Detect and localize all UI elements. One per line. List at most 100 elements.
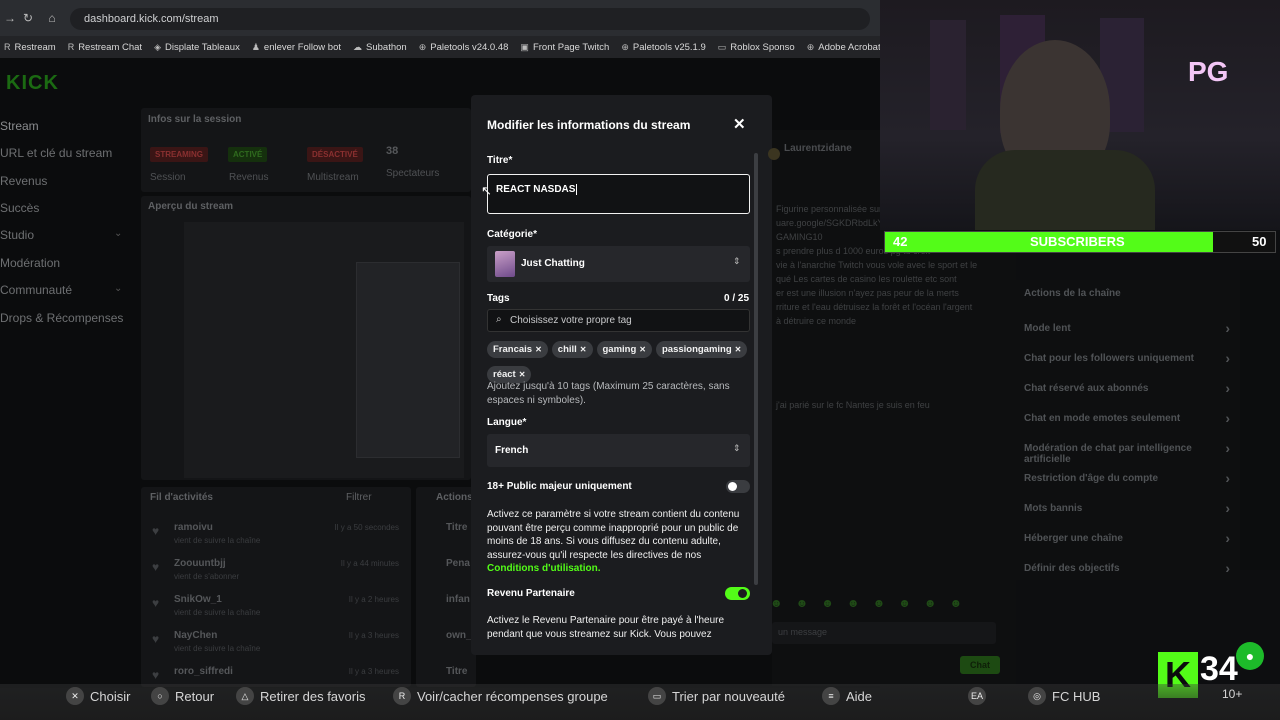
address-bar[interactable]: dashboard.kick.com/stream [70,8,870,30]
sidebar-item-drops[interactable]: Drops & Récompenses [0,311,123,325]
channel-action-item[interactable]: Chat en mode emotes seulement › [1024,411,1230,443]
tag-label: réact [493,369,516,380]
action-row[interactable]: infan [426,594,472,630]
status-badge: DÉSACTIVÉ [307,147,363,162]
emote-icon[interactable]: ☻ [770,596,783,614]
hint-back[interactable]: ○ Retour [151,687,214,705]
sidebar-item-url[interactable]: URL et clé du stream [0,146,112,160]
emote-icon[interactable]: ☻ [924,596,937,614]
emote-icon[interactable]: ☻ [821,596,834,614]
channel-action-label: Définir des objectifs [1024,563,1120,574]
terms-link[interactable]: Conditions d'utilisation. [487,563,600,574]
channel-action-item[interactable]: Restriction d'âge du compte › [1024,471,1230,503]
remove-tag-icon[interactable]: ✕ [580,345,587,354]
hint-help[interactable]: ≡ Aide [822,687,872,705]
modal-title: Modifier les informations du stream [487,118,691,132]
bookmark-follow-bot[interactable]: ♟ enlever Follow bot [252,42,341,53]
chevron-right-icon: › [1225,380,1230,396]
tag-search-input[interactable]: ⌕ Choisissez votre propre tag [487,309,750,332]
emote-icon[interactable]: ☻ [847,596,860,614]
avatar [768,148,780,160]
options-button-icon: ≡ [822,687,840,705]
language-value: French [495,445,529,456]
sidebar-item-revenus[interactable]: Revenus [0,174,47,188]
bookmark-icon: R [4,42,11,52]
bookmark-paletools-25[interactable]: ⊕ Paletools v25.1.9 [621,42,705,53]
action-row[interactable]: Pena [426,558,472,594]
bookmark-roblox[interactable]: ▭ Roblox Sponso [718,42,795,53]
reload-icon[interactable]: ↻ [20,10,36,26]
category-select[interactable]: Just Chatting ⇕ [487,246,750,282]
channel-action-label: Mots bannis [1024,503,1083,514]
hint-toggle-rewards[interactable]: R Voir/cacher récompenses groupe [393,687,608,705]
bookmark-restream-chat[interactable]: R Restream Chat [68,42,142,53]
hint-choose[interactable]: ✕ Choisir [66,687,130,705]
activity-subtext: vient de suivre la chaîne [174,608,261,617]
channel-action-item[interactable]: Modération de chat par intelligence arti… [1024,441,1230,473]
channel-action-item[interactable]: Définir des objectifs › [1024,561,1230,593]
kick-logo: KICK [6,72,59,94]
sidebar-item-stream[interactable]: Stream [0,119,39,133]
partner-toggle[interactable] [725,587,750,600]
channel-action-item[interactable]: Mots bannis › [1024,501,1230,533]
channel-action-item[interactable]: Chat réservé aux abonnés › [1024,380,1230,413]
bookmarks-bar: R Restream R Restream Chat ◈ Displate Table… [0,36,880,58]
emote-icon[interactable]: ☻ [873,596,886,614]
activity-subtext: vient de suivre la chaîne [174,644,261,653]
category-value: Just Chatting [521,258,585,269]
back-icon[interactable]: → [2,10,18,26]
channel-action-item[interactable]: Chat pour les followers uniquement › [1024,351,1230,383]
chat-message: à détruire ce monde [776,316,857,326]
remove-tag-icon[interactable]: ✕ [535,345,542,354]
sidebar-item-studio[interactable]: Studio [0,228,34,242]
bookmark-paletools-24[interactable]: ⊕ Paletools v24.0.48 [419,42,509,53]
language-select[interactable]: French ⇕ [487,434,750,467]
tag-chip[interactable]: chill ✕ [551,341,593,358]
activity-user: Zoouuntbjj [174,558,226,569]
channel-action-item[interactable]: Mode lent › [1024,321,1230,353]
partner-label: Revenu Partenaire [487,588,575,599]
sidebar-item-moderation[interactable]: Modération [0,256,60,270]
remove-tag-icon[interactable]: ✕ [639,345,646,354]
channel-action-item[interactable]: Héberger une chaîne › [1024,531,1230,563]
action-row[interactable]: Titre [426,522,472,558]
tag-label: gaming [602,344,637,355]
chat-send-button[interactable]: Chat [960,656,1000,674]
fc-hub[interactable]: ◎ FC HUB [1028,687,1100,705]
chat-message: vie à l'anarchie Twitch vous vole avec l… [776,260,978,270]
bookmark-front-page-twitch[interactable]: ▣ Front Page Twitch [520,42,609,53]
filter-button[interactable]: Filtrer [346,492,372,503]
webcam-feed: PG [880,0,1280,230]
tag-chip[interactable]: Francais ✕ [487,341,548,358]
edit-stream-modal: Modifier les informations du stream ✕ Ti… [471,95,772,655]
tags-help: Ajoutez jusqu'à 10 tags (Maximum 25 cara… [487,381,730,406]
remove-tag-icon[interactable]: ✕ [519,370,526,379]
modal-scrollbar[interactable] [754,153,758,585]
remove-tag-icon[interactable]: ✕ [735,345,742,354]
hint-unfavorite[interactable]: △ Retirer des favoris [236,687,365,705]
emote-icon[interactable]: ☻ [796,596,809,614]
home-icon[interactable]: ⌂ [44,10,60,26]
tag-chip[interactable]: gaming ✕ [596,341,652,358]
activity-subtext: vient de s'abonner [174,572,240,581]
adult-toggle[interactable] [726,480,750,493]
right-toolbar [1240,270,1280,570]
close-icon[interactable]: ✕ [733,115,746,133]
emote-icon[interactable]: ☻ [898,596,911,614]
sidebar-item-communaute[interactable]: Communauté [0,283,72,297]
sidebar-item-succes[interactable]: Succès [0,201,39,215]
bookmark-subathon[interactable]: ☁ Subathon [353,42,407,53]
heart-icon: ♥ [152,668,160,682]
bookmark-icon: R [67,42,75,52]
bookmark-displate[interactable]: ◈ Displate Tableaux [154,42,240,53]
emote-icon[interactable]: ☻ [949,596,962,614]
title-input[interactable]: REACT NASDAS [487,174,750,214]
action-row[interactable]: own_ [426,630,472,666]
select-arrows-icon: ⇕ [733,443,741,453]
chat-input[interactable]: un message [772,622,996,644]
streamer-body [975,150,1155,230]
tag-chip[interactable]: passiongaming ✕ [655,341,748,358]
hint-sort[interactable]: ▭ Trier par nouveauté [648,687,785,705]
bookmark-restream[interactable]: R Restream [4,42,56,53]
bookmark-acrobat[interactable]: ⊕ Adobe Acrobat [807,42,880,53]
